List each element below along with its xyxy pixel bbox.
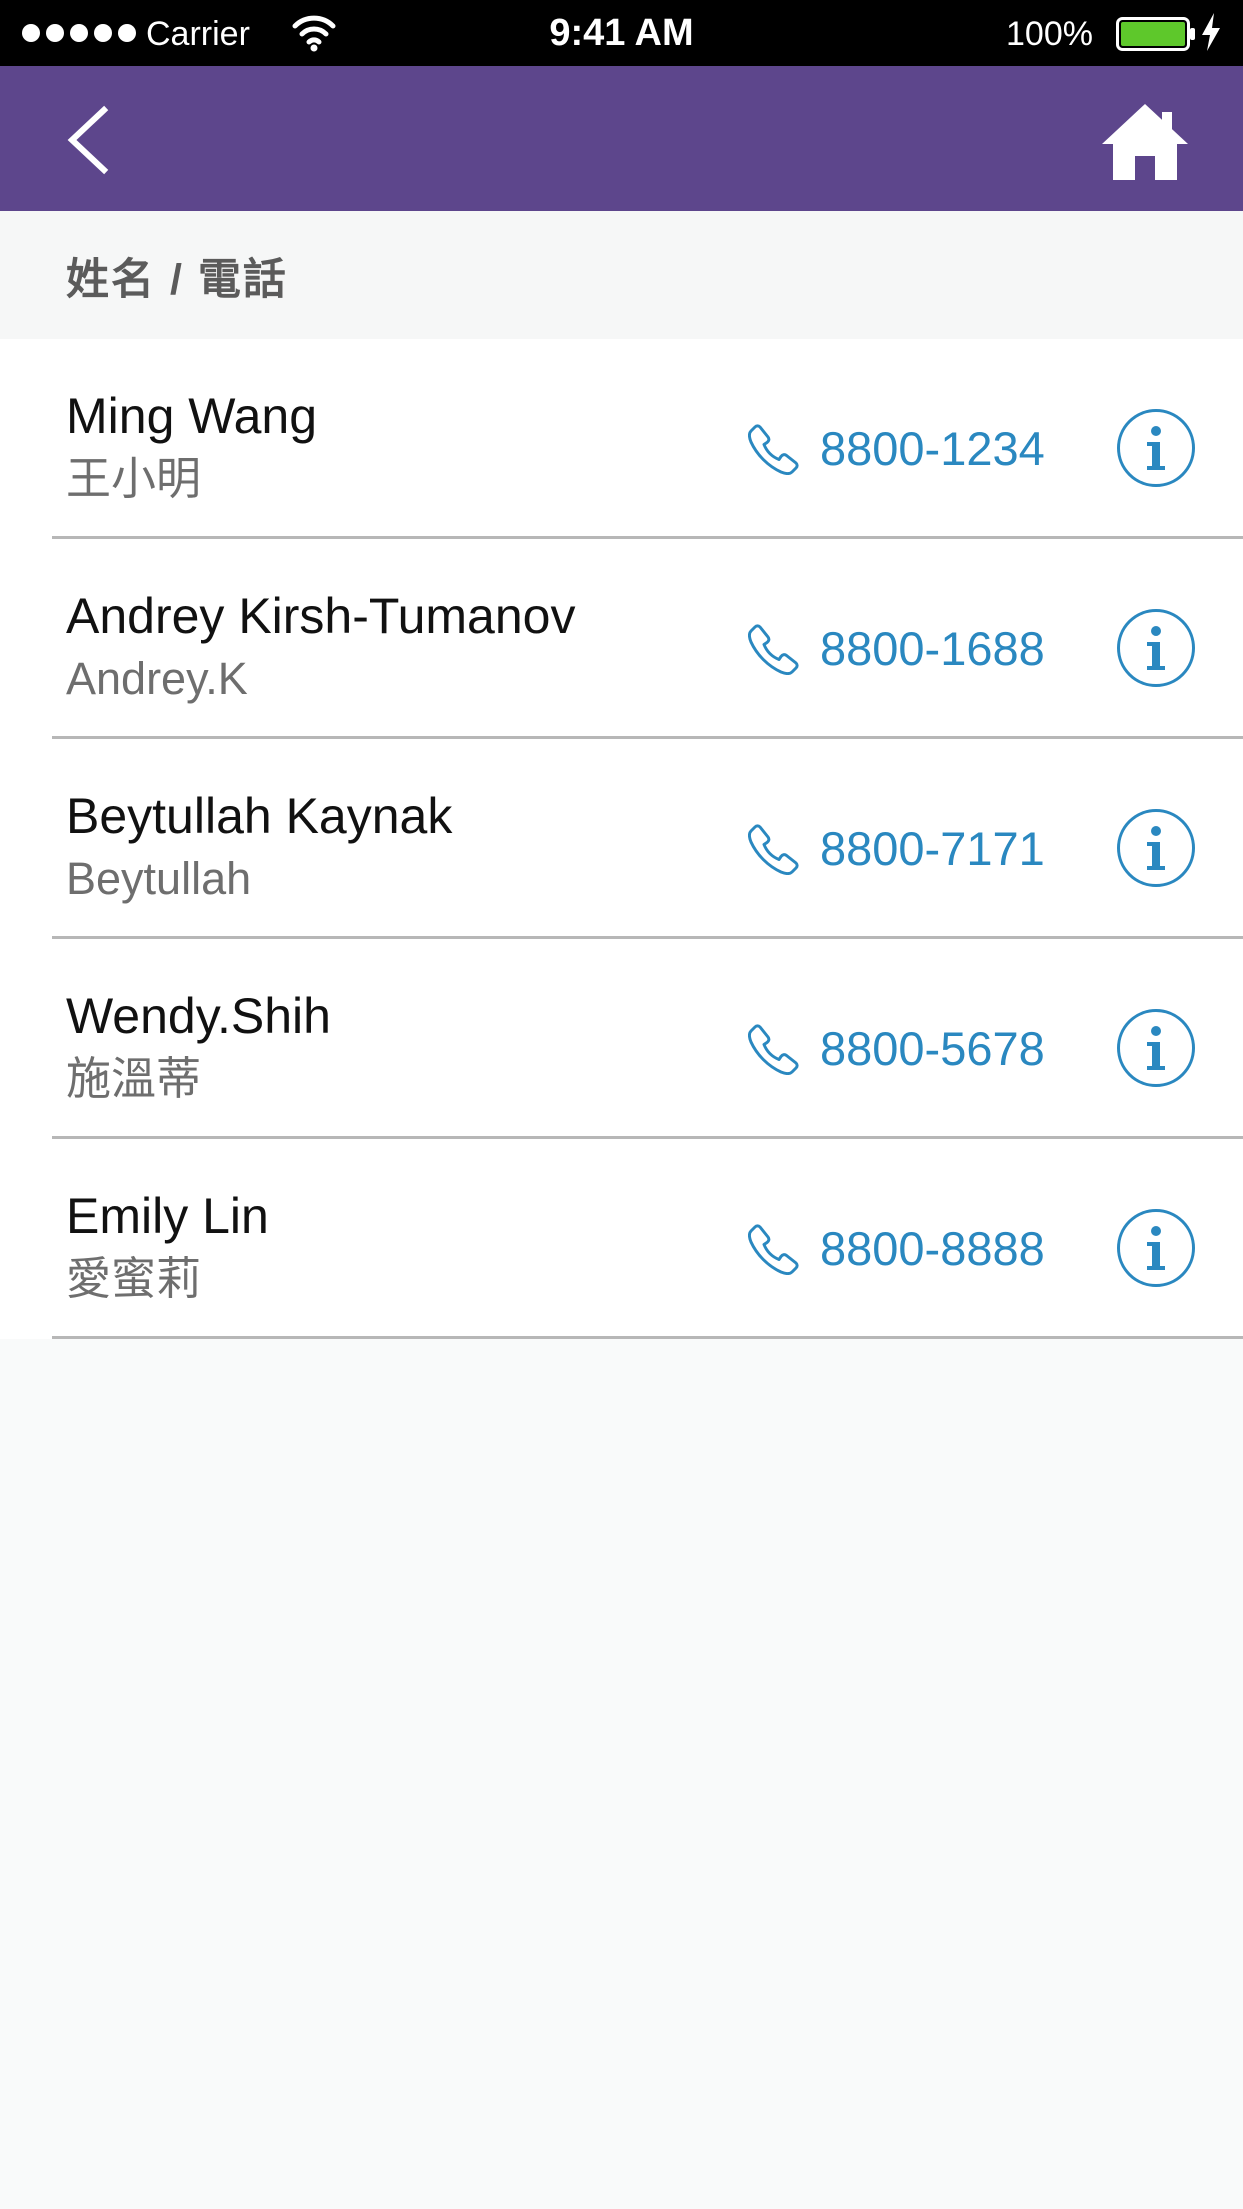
status-bar: Carrier 9:41 AM 100% xyxy=(0,0,1243,66)
charging-bolt-icon xyxy=(1202,13,1220,51)
battery-percentage: 100% xyxy=(1006,15,1093,53)
contact-alias: Andrey.K xyxy=(66,653,248,704)
phone-number: 8800-7171 xyxy=(820,822,1045,875)
contact-alias: Beytullah xyxy=(66,853,252,904)
phone-number: 8800-8888 xyxy=(820,1222,1045,1275)
chevron-left-icon xyxy=(67,105,109,175)
contact-row[interactable]: Wendy.Shih 施溫蒂 8800-5678 xyxy=(0,939,1243,1139)
empty-list-area xyxy=(0,1339,1243,2209)
info-icon xyxy=(1147,1026,1165,1070)
call-link[interactable]: 8800-1234 xyxy=(748,419,1045,479)
call-link[interactable]: 8800-7171 xyxy=(748,819,1045,879)
contact-name: Beytullah Kaynak xyxy=(66,788,453,844)
info-button[interactable] xyxy=(1117,609,1195,687)
contact-row[interactable]: Beytullah Kaynak Beytullah 8800-7171 xyxy=(0,739,1243,939)
call-link[interactable]: 8800-1688 xyxy=(748,619,1045,679)
contact-list: Ming Wang 王小明 8800-1234 Andrey Kirsh-Tum… xyxy=(0,339,1243,1339)
section-header: 姓名 / 電話 xyxy=(0,211,1243,339)
contact-name: Andrey Kirsh-Tumanov xyxy=(66,588,576,644)
phone-number: 8800-5678 xyxy=(820,1022,1045,1075)
contact-row[interactable]: Andrey Kirsh-Tumanov Andrey.K 8800-1688 xyxy=(0,539,1243,739)
contact-alias: 王小明 xyxy=(66,453,202,504)
contact-name: Wendy.Shih xyxy=(66,988,331,1044)
info-button[interactable] xyxy=(1117,1009,1195,1087)
back-button[interactable] xyxy=(52,102,128,178)
phone-icon xyxy=(748,1224,799,1275)
contact-row[interactable]: Emily Lin 愛蜜莉 8800-8888 xyxy=(0,1139,1243,1339)
phone-number: 8800-1234 xyxy=(820,422,1045,475)
info-icon xyxy=(1147,626,1165,670)
info-icon xyxy=(1147,1226,1165,1270)
contact-name: Ming Wang xyxy=(66,388,318,444)
info-icon xyxy=(1147,426,1165,470)
contact-alias: 愛蜜莉 xyxy=(66,1253,202,1304)
phone-icon xyxy=(748,824,799,875)
contact-alias: 施溫蒂 xyxy=(66,1053,202,1104)
contact-row[interactable]: Ming Wang 王小明 8800-1234 xyxy=(0,339,1243,539)
info-button[interactable] xyxy=(1117,1209,1195,1287)
info-button[interactable] xyxy=(1117,409,1195,487)
battery-icon xyxy=(1116,17,1195,51)
info-button[interactable] xyxy=(1117,809,1195,887)
contact-name: Emily Lin xyxy=(66,1188,269,1244)
home-icon xyxy=(1102,104,1188,180)
call-link[interactable]: 8800-8888 xyxy=(748,1219,1045,1279)
call-link[interactable]: 8800-5678 xyxy=(748,1019,1045,1079)
phone-icon xyxy=(748,624,799,675)
section-title: 姓名 / 電話 xyxy=(66,256,288,304)
phone-icon xyxy=(748,424,799,475)
info-icon xyxy=(1147,826,1165,870)
home-button[interactable] xyxy=(1100,102,1190,182)
navigation-bar xyxy=(0,66,1243,211)
contacts-screen: Carrier 9:41 AM 100% 姓名 / 電話 Ming Wang 王… xyxy=(0,0,1243,2209)
phone-icon xyxy=(748,1024,799,1075)
phone-number: 8800-1688 xyxy=(820,622,1045,675)
